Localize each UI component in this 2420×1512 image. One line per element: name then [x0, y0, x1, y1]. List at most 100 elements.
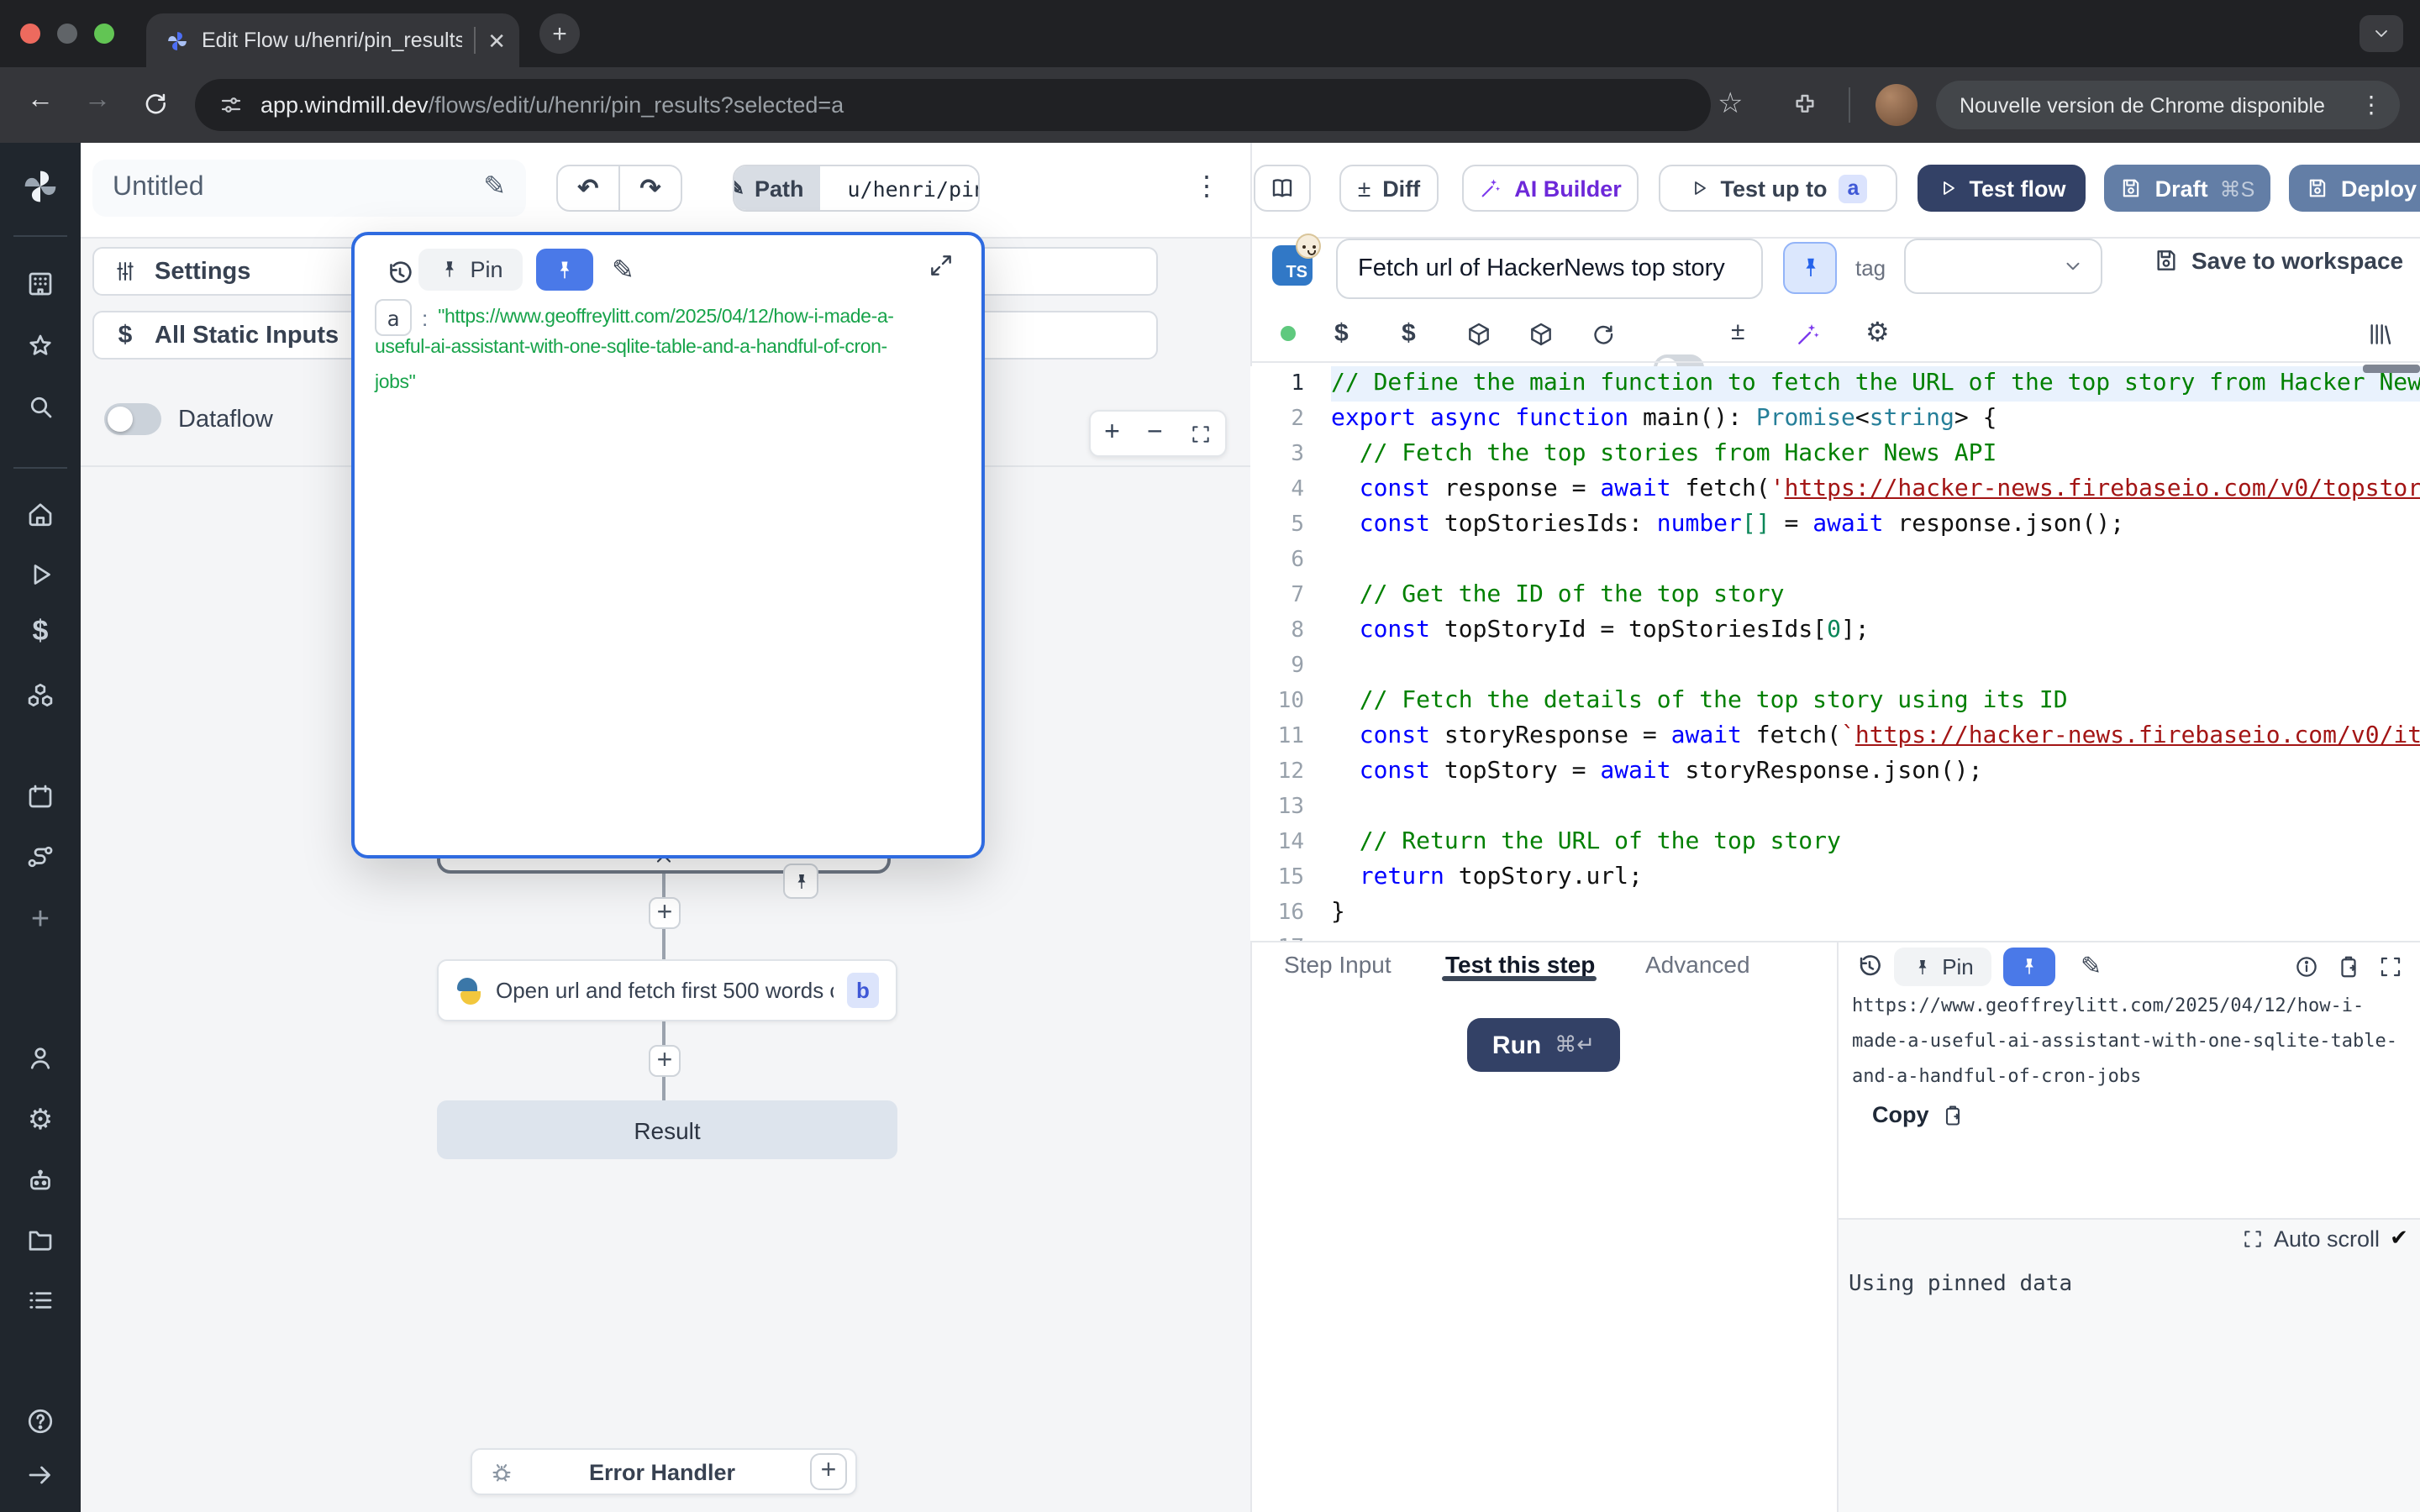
audit-logs-icon[interactable] — [25, 1285, 55, 1315]
pin-toggle-button[interactable]: Pin — [418, 249, 523, 291]
zoom-in-icon[interactable]: + — [1104, 418, 1120, 449]
editor-scrollbar[interactable] — [2363, 365, 2420, 373]
site-settings-icon[interactable] — [218, 92, 244, 118]
test-up-to-button[interactable]: Test up to a — [1659, 165, 1897, 212]
flow-node-b[interactable]: Open url and fetch first 500 words of ..… — [437, 959, 897, 1021]
collapse-sidebar-icon[interactable] — [25, 1460, 55, 1490]
path-edit-segment[interactable]: ✎ Path — [733, 166, 821, 210]
error-handler-node[interactable]: Error Handler + — [471, 1448, 857, 1495]
test-flow-button[interactable]: Test flow — [1918, 165, 2086, 212]
browser-menu-icon[interactable]: ⋮ — [2360, 91, 2383, 119]
help-icon[interactable] — [25, 1406, 55, 1436]
undo-button[interactable]: ↶ — [556, 165, 620, 212]
save-to-workspace-button[interactable]: Save to workspace — [2153, 247, 2403, 274]
editor-settings-icon[interactable]: ⚙ — [1865, 316, 1890, 349]
folders-icon[interactable] — [25, 1225, 55, 1255]
traffic-light-minimize[interactable] — [57, 24, 77, 44]
draft-button[interactable]: Draft ⌘S — [2104, 165, 2270, 212]
fit-view-icon[interactable] — [1190, 423, 1212, 444]
history-icon[interactable] — [1855, 953, 1884, 981]
code-editor[interactable]: 1// Define the main function to fetch th… — [1250, 366, 2420, 941]
workers-robot-icon[interactable] — [25, 1166, 55, 1196]
diff-button[interactable]: ± Diff — [1339, 165, 1439, 212]
tab-step-input[interactable]: Step Input — [1284, 951, 1392, 978]
reset-icon[interactable] — [1590, 321, 1617, 348]
flow-name-field[interactable]: Untitled ✎ — [92, 160, 526, 217]
ai-wand-icon[interactable] — [1795, 321, 1822, 348]
reload-button[interactable] — [141, 89, 170, 118]
info-icon[interactable] — [2294, 954, 2319, 979]
back-button[interactable]: ← — [27, 86, 54, 116]
forward-button[interactable]: → — [84, 86, 111, 116]
variables-icon[interactable]: $ — [1334, 319, 1349, 348]
traffic-light-zoom[interactable] — [94, 24, 114, 44]
add-item-icon[interactable]: + — [25, 902, 55, 939]
resources-dollar-icon[interactable]: $ — [1402, 319, 1416, 348]
sidebar-divider — [13, 235, 67, 237]
save-icon — [2153, 247, 2180, 274]
library-icon[interactable] — [2366, 321, 2393, 348]
tab-close-icon[interactable]: ✕ — [487, 29, 506, 51]
variables-icon[interactable]: $ — [25, 615, 55, 648]
zoom-out-icon[interactable]: − — [1147, 418, 1163, 449]
ai-builder-label: AI Builder — [1514, 176, 1622, 201]
diff-plus-minus-icon[interactable]: ± — [1731, 318, 1744, 346]
tab-advanced[interactable]: Advanced — [1645, 951, 1750, 978]
node-pin-badge[interactable] — [783, 864, 818, 899]
add-step-button[interactable]: + — [649, 1045, 681, 1077]
pinned-value-text: "https://www.geoffreylitt.com/2025/04/12… — [438, 307, 893, 328]
chrome-update-chip[interactable]: Nouvelle version de Chrome disponible ⋮ — [1936, 81, 2400, 129]
step-title-input[interactable]: Fetch url of HackerNews top story — [1336, 239, 1763, 299]
favorites-star-icon[interactable] — [25, 331, 55, 361]
pin-toggle-button[interactable]: Pin — [1894, 948, 1991, 986]
auto-scroll-control[interactable]: Auto scroll ✔ — [2242, 1225, 2408, 1252]
flow-node-result[interactable]: Result — [437, 1100, 897, 1159]
settings-gear-icon[interactable]: ⚙ — [25, 1104, 55, 1137]
expand-icon[interactable] — [2378, 954, 2403, 979]
workspace-icon[interactable] — [25, 269, 55, 299]
code-lines: 1// Define the main function to fetch th… — [1250, 366, 2420, 941]
edit-pin-icon[interactable]: ✎ — [2081, 951, 2102, 981]
copy-button[interactable]: Copy — [1872, 1102, 1965, 1127]
more-options-icon[interactable]: ⋮ — [1193, 170, 1220, 203]
bookmark-star-icon[interactable]: ☆ — [1718, 87, 1744, 121]
windmill-logo[interactable] — [22, 168, 59, 205]
edit-name-icon[interactable]: ✎ — [483, 175, 506, 202]
add-error-handler-button[interactable]: + — [810, 1453, 847, 1490]
auto-scroll-label: Auto scroll — [2274, 1226, 2380, 1251]
run-button[interactable]: Run ⌘↵ — [1467, 1018, 1620, 1072]
dataflow-toggle[interactable] — [104, 403, 161, 435]
new-tab-button[interactable]: + — [539, 13, 580, 54]
package-icon[interactable] — [1528, 321, 1555, 348]
tab-search-button[interactable] — [2360, 15, 2403, 52]
deploy-button[interactable]: Deploy — [2289, 165, 2420, 212]
browser-tab[interactable]: Edit Flow u/henri/pin_results ✕ — [146, 13, 519, 67]
tab-test-this-step[interactable]: Test this step — [1445, 951, 1595, 978]
add-step-button[interactable]: + — [649, 897, 681, 929]
resources-icon[interactable] — [25, 680, 55, 711]
routes-icon[interactable] — [25, 842, 55, 872]
home-icon[interactable] — [25, 499, 55, 529]
extensions-icon[interactable] — [1791, 91, 1818, 118]
history-icon[interactable] — [385, 259, 415, 289]
schedules-icon[interactable] — [25, 781, 55, 811]
pin-step-button[interactable] — [1783, 242, 1837, 294]
redo-button[interactable]: ↷ — [618, 165, 682, 212]
profile-avatar[interactable] — [1876, 84, 1918, 126]
search-icon[interactable] — [25, 391, 55, 422]
expand-popup-icon[interactable] — [928, 252, 955, 279]
runs-icon[interactable] — [25, 559, 55, 590]
edit-pin-icon[interactable]: ✎ — [612, 254, 634, 287]
ai-builder-button[interactable]: AI Builder — [1462, 165, 1639, 212]
pin-active-button[interactable] — [2003, 948, 2055, 986]
pin-active-button[interactable] — [536, 249, 593, 291]
python-icon — [455, 977, 482, 1004]
user-icon[interactable] — [25, 1043, 55, 1074]
docs-button[interactable] — [1254, 165, 1311, 212]
clipboard-icon[interactable] — [2336, 954, 2361, 979]
path-button[interactable]: ✎ Path u/henri/pin — [733, 165, 980, 212]
address-bar[interactable]: app.windmill.dev/flows/edit/u/henri/pin_… — [195, 79, 1711, 131]
package-icon[interactable] — [1465, 321, 1492, 348]
traffic-light-close[interactable] — [20, 24, 40, 44]
tag-select[interactable] — [1904, 239, 2102, 294]
